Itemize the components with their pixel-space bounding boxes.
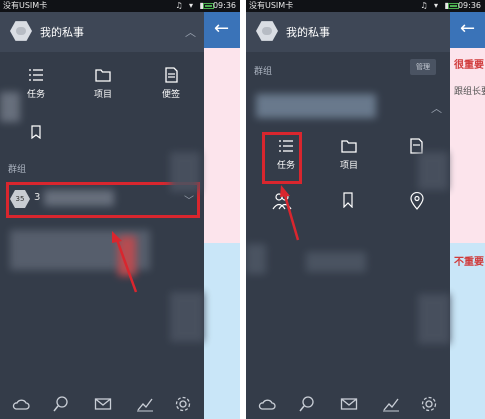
mail-icon[interactable]	[94, 395, 112, 413]
gear-icon[interactable]	[420, 395, 438, 413]
content-header: ←	[204, 12, 240, 48]
chart-icon[interactable]	[382, 395, 400, 413]
blurred-region	[418, 294, 450, 344]
bottom-nav	[246, 389, 450, 419]
bookmark-icon[interactable]	[342, 192, 354, 208]
bookmark-icon[interactable]	[30, 125, 42, 139]
location-pin-icon[interactable]	[410, 192, 424, 210]
chevron-up-icon[interactable]: ︿	[431, 100, 442, 116]
follow-task-text: 跟组长要	[454, 87, 485, 97]
screenshot-composite: 没有USIM卡 ♫ ▾ ▮ 09:36 ← 我的私事 ︿ 任务 项目 便签 群组…	[0, 0, 485, 419]
back-arrow-icon[interactable]: ←	[214, 20, 229, 38]
blurred-region	[0, 92, 20, 122]
side-drawer: 我的私事 ︿ 任务 项目 便签 群组 35 3 ﹀	[0, 12, 204, 419]
back-arrow-icon[interactable]: ←	[460, 20, 475, 38]
content-peek: ←	[204, 12, 240, 419]
important-panel: 很重要 跟组长要	[450, 48, 485, 243]
folder-icon	[95, 69, 111, 82]
blurred-region	[246, 244, 266, 274]
mine-title: 我的私事	[40, 26, 84, 39]
content-peek: ← 很重要 跟组长要 不重要	[450, 12, 485, 419]
group-section-label: 群组	[8, 165, 27, 175]
search-icon[interactable]	[298, 395, 316, 413]
chevron-up-icon[interactable]: ︿	[185, 24, 196, 40]
chart-icon[interactable]	[136, 395, 154, 413]
clock-text: 09:36	[212, 1, 236, 10]
task-list-icon	[29, 69, 43, 81]
avatar	[256, 21, 278, 41]
project-label: 项目	[339, 161, 358, 171]
not-important-label: 不重要	[454, 257, 484, 268]
status-bar: 没有USIM卡 ♫ ▾ ▮ 09:36	[0, 0, 240, 12]
note-tile[interactable]: 便签	[141, 67, 201, 100]
mine-row[interactable]: 我的私事 ︿	[0, 12, 204, 52]
project-tile[interactable]: 项目	[73, 67, 133, 100]
avatar	[10, 21, 32, 41]
red-pointer-arrow	[280, 185, 300, 241]
right-phone-screen: 没有USIM卡 ♫ ▾ ▮ 09:36 ← 很重要 跟组长要 不重要 我的私事 …	[246, 0, 485, 419]
blurred-region	[306, 252, 366, 272]
mine-title: 我的私事	[286, 26, 330, 39]
not-important-panel	[204, 243, 240, 419]
search-icon[interactable]	[52, 395, 70, 413]
side-drawer: 我的私事 群组 管理 ︿ 任务 项目	[246, 12, 450, 419]
manage-button[interactable]: 管理	[410, 59, 436, 75]
signal-icons: ♫ ▾ ▮	[175, 1, 206, 10]
note-icon	[165, 67, 178, 83]
signal-icons: ♫ ▾ ▮	[420, 1, 451, 10]
blurred-region	[170, 292, 204, 342]
not-important-panel: 不重要	[450, 243, 485, 419]
cloud-icon[interactable]	[258, 395, 276, 413]
mail-icon[interactable]	[340, 395, 358, 413]
blurred-region	[170, 152, 200, 192]
left-phone-screen: 没有USIM卡 ♫ ▾ ▮ 09:36 ← 我的私事 ︿ 任务 项目 便签 群组…	[0, 0, 240, 419]
gear-icon[interactable]	[174, 395, 192, 413]
folder-icon	[341, 140, 357, 153]
content-header: ←	[450, 12, 485, 48]
blurred-group-name	[256, 94, 376, 118]
mine-row[interactable]: 我的私事	[246, 12, 450, 52]
bottom-nav	[0, 389, 204, 419]
important-label: 很重要	[454, 60, 484, 71]
group-project-tile[interactable]: 项目	[319, 138, 379, 171]
carrier-text: 没有USIM卡	[249, 1, 294, 10]
clock-text: 09:36	[457, 1, 481, 10]
project-label: 项目	[93, 90, 112, 100]
carrier-text: 没有USIM卡	[3, 1, 48, 10]
note-label: 便签	[161, 90, 180, 100]
status-bar: 没有USIM卡 ♫ ▾ ▮ 09:36	[246, 0, 485, 12]
cloud-icon[interactable]	[12, 395, 30, 413]
important-panel	[204, 48, 240, 243]
red-pointer-arrow	[112, 231, 138, 293]
blurred-region	[418, 152, 448, 190]
group-section-label: 群组	[254, 67, 273, 77]
task-tile-highlight	[262, 132, 302, 184]
